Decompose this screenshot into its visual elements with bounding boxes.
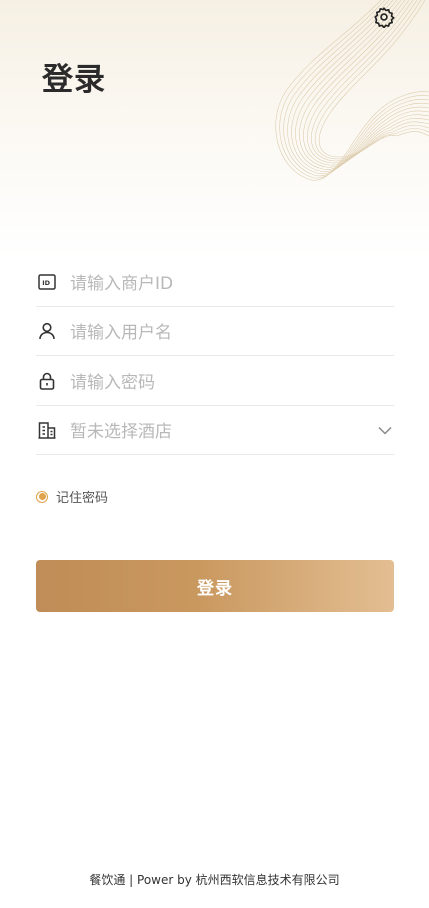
username-input[interactable]: 请输入用户名 [70,318,394,343]
merchant-id-field[interactable]: ID 请输入商户ID [36,257,394,307]
password-input[interactable]: 请输入密码 [70,368,394,393]
remember-password-toggle[interactable]: 记住密码 [36,487,108,506]
hotel-select[interactable]: 暂未选择酒店 [36,405,394,455]
gear-icon [374,6,395,28]
hotel-select-value: 暂未选择酒店 [70,422,172,442]
decorative-waves [275,0,429,181]
id-card-icon: ID [36,271,58,293]
page-title: 登录 [42,62,106,98]
chevron-down-icon[interactable] [376,421,394,439]
footer-text: 餐饮通 | Power by 杭州西软信息技术有限公司 [89,873,340,887]
lock-icon [36,370,58,392]
login-button[interactable]: 登录 [36,560,394,612]
merchant-id-input[interactable]: 请输入商户ID [70,269,394,294]
building-icon [36,419,58,441]
settings-button[interactable] [372,5,396,29]
remember-password-label: 记住密码 [56,491,109,506]
password-field[interactable]: 请输入密码 [36,356,394,406]
username-field[interactable]: 请输入用户名 [36,306,394,356]
user-icon [36,320,58,342]
remember-radio[interactable] [36,490,48,503]
svg-text:ID: ID [42,279,50,287]
